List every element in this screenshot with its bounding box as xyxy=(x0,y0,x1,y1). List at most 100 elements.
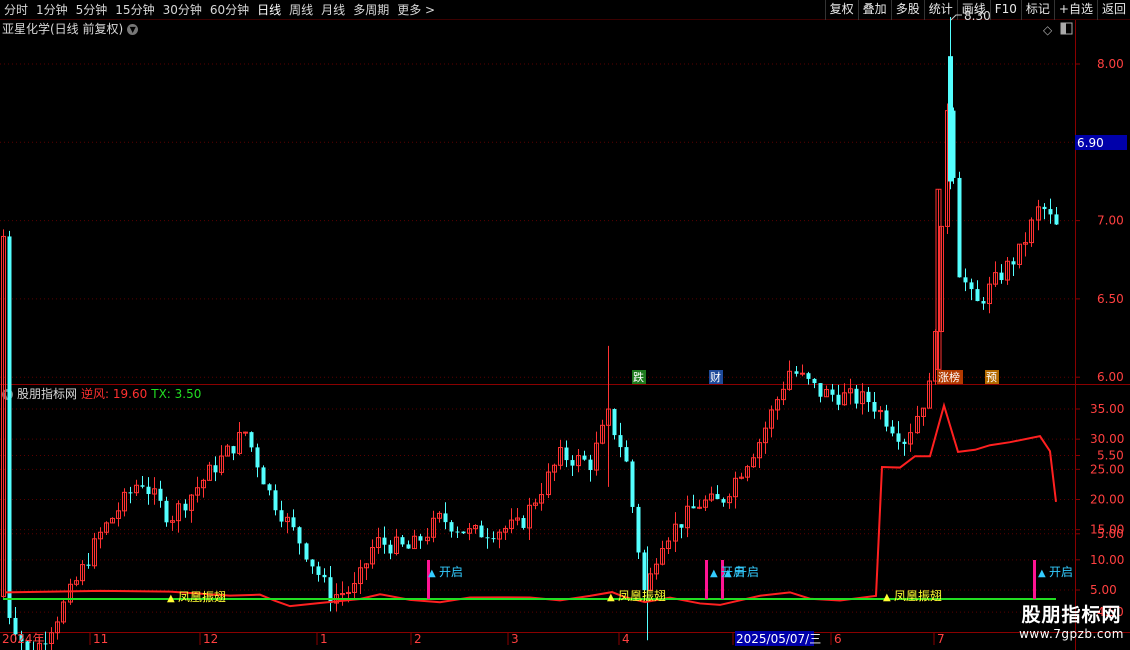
candle-body xyxy=(491,538,496,540)
candle-body xyxy=(243,431,248,434)
candle-body xyxy=(400,537,405,545)
candle-body xyxy=(630,461,635,507)
candle-body xyxy=(582,455,587,460)
y-tick-label: 7.00 xyxy=(1097,214,1124,228)
y-tick-label: 6.00 xyxy=(1097,370,1124,384)
candle-body xyxy=(297,527,302,544)
event-badge: 财 xyxy=(710,370,721,384)
candle-body xyxy=(896,433,901,442)
y-tick-label: 15.00 xyxy=(1090,523,1124,537)
signal-triangle-icon: ▲ xyxy=(883,592,891,603)
candle-body xyxy=(963,277,968,283)
candle-body xyxy=(800,372,805,375)
signal-bar xyxy=(1033,560,1036,600)
candle-body xyxy=(1048,209,1053,215)
candle-body xyxy=(854,388,859,404)
candle-body xyxy=(279,510,284,522)
x-axis-label: 7 xyxy=(937,632,945,646)
chart-canvas[interactable]: 8.007.507.006.506.005.505.004.5035.0030.… xyxy=(0,0,1130,650)
candle-body xyxy=(255,447,260,468)
candle-body xyxy=(969,282,974,290)
candle-body xyxy=(721,499,726,503)
candle-body xyxy=(140,485,145,487)
high-marker xyxy=(950,14,962,21)
signal-triangle-icon: ▲ xyxy=(724,568,732,579)
candle-body xyxy=(461,531,466,534)
signal-triangle-icon: ▲ xyxy=(428,568,436,579)
y-tick-label: 8.00 xyxy=(1097,57,1124,71)
candle-body xyxy=(213,465,218,473)
candle-body xyxy=(183,503,188,511)
x-axis-label: 1 xyxy=(320,632,328,646)
y-tick-label: 20.00 xyxy=(1090,493,1124,507)
candle-body xyxy=(564,447,569,461)
candle-body xyxy=(691,506,696,509)
candle-body xyxy=(812,378,817,384)
candle-body xyxy=(679,524,684,528)
signal-label: 凤凰振翅 xyxy=(178,589,226,604)
candle-body xyxy=(818,383,823,397)
signal-triangle-icon: ▲ xyxy=(167,593,175,604)
candle-body xyxy=(479,525,484,538)
candle-body xyxy=(890,426,895,434)
candle-body xyxy=(382,537,387,545)
event-badge: 预 xyxy=(986,371,997,384)
candle-body xyxy=(388,544,393,554)
candle-body xyxy=(642,552,647,591)
signal-label: 凤凰振翅 xyxy=(894,588,942,603)
x-axis-label: 2024年 xyxy=(2,632,45,646)
candle-body xyxy=(86,564,91,566)
y-tick-label: 25.00 xyxy=(1090,462,1124,476)
candle-body xyxy=(249,432,254,448)
candle-body xyxy=(570,460,575,466)
high-price-label: 8.30 xyxy=(964,9,991,23)
candle-body xyxy=(322,574,327,578)
candle-body xyxy=(872,402,877,412)
y-tick-label: 5.50 xyxy=(1097,449,1124,463)
x-axis-label: 3 xyxy=(511,632,519,646)
signal-triangle-icon: ▲ xyxy=(710,568,718,579)
candle-body xyxy=(902,441,907,444)
signal-bar xyxy=(705,560,708,600)
x-axis-label: 6 xyxy=(834,632,842,646)
current-price-label: 6.90 xyxy=(1077,136,1104,150)
candle-body xyxy=(304,543,309,560)
event-badge: 涨榜 xyxy=(938,370,960,384)
candle-body xyxy=(7,236,12,618)
candle-body xyxy=(866,391,871,403)
candle-body xyxy=(273,490,278,511)
candle-body xyxy=(455,531,460,533)
candle-body xyxy=(624,447,629,462)
signal-label: 开启 xyxy=(1049,565,1073,579)
logo-name: 股朋指标网 xyxy=(1021,604,1122,626)
y-tick-label: 5.00 xyxy=(1090,583,1117,597)
x-axis-label: 12 xyxy=(203,632,218,646)
candle-body xyxy=(836,394,841,405)
signal-bar xyxy=(427,560,430,600)
candle-body xyxy=(1054,214,1059,225)
candle-body xyxy=(975,289,980,302)
candle-body xyxy=(948,56,953,182)
candle-body xyxy=(618,435,623,448)
x-axis-label: 2025/05/07/三 xyxy=(736,632,821,646)
candle-body xyxy=(310,559,315,567)
signal-triangle-icon: ▲ xyxy=(1038,568,1046,579)
x-axis-label: 4 xyxy=(622,632,630,646)
candle-body xyxy=(830,389,835,395)
signal-label: 凤凰振翅 xyxy=(618,588,666,603)
candle-body xyxy=(261,467,266,485)
watermark-logo: 股朋指标网 www.7gpzb.com xyxy=(1019,600,1124,641)
signal-label: 开启 xyxy=(439,565,463,579)
candle-body xyxy=(406,544,411,549)
candle-body xyxy=(1011,261,1016,265)
candle-body xyxy=(957,177,962,278)
candle-body xyxy=(418,536,423,541)
signal-label: 开启 xyxy=(735,565,759,579)
y-tick-label: 35.00 xyxy=(1090,402,1124,416)
candle-body xyxy=(128,492,133,494)
candle-body xyxy=(636,506,641,553)
candle-body xyxy=(485,537,490,539)
candle-body xyxy=(999,272,1004,281)
y-tick-label: 10.00 xyxy=(1090,553,1124,567)
candle-body xyxy=(146,486,151,495)
